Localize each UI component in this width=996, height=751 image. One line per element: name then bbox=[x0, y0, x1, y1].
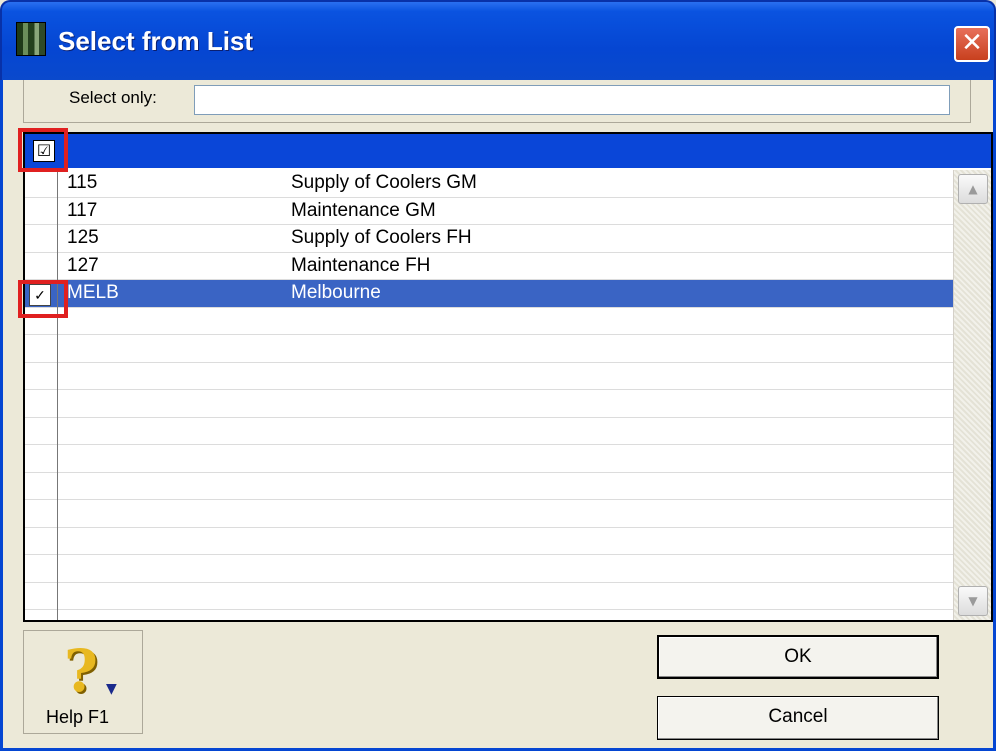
help-label: Help F1 bbox=[46, 707, 110, 727]
row-description: Maintenance GM bbox=[291, 199, 436, 221]
table-row[interactable] bbox=[25, 555, 953, 583]
title-bar: Select from List ✕ bbox=[0, 0, 996, 80]
select-only-input[interactable] bbox=[194, 85, 950, 115]
filter-panel: Select only: bbox=[23, 80, 971, 123]
scroll-up-icon[interactable]: ▲ bbox=[958, 174, 988, 204]
table-row[interactable] bbox=[25, 528, 953, 555]
scroll-down-icon[interactable]: ▼ bbox=[958, 586, 988, 616]
item-list-grid[interactable]: ☑ 115 Supply of Coolers GM 117 Maintenance … bbox=[23, 132, 993, 622]
row-description: Maintenance FH bbox=[291, 254, 431, 276]
row-description: Supply of Coolers GM bbox=[291, 172, 477, 193]
checkbox-column-divider bbox=[57, 170, 58, 620]
vertical-scrollbar[interactable]: ▲ ▼ bbox=[953, 170, 991, 620]
table-row[interactable] bbox=[25, 418, 953, 445]
row-code: 117 bbox=[67, 199, 98, 221]
row-code: 115 bbox=[67, 172, 98, 193]
table-row[interactable]: 117 Maintenance GM bbox=[25, 198, 953, 225]
row-code: 125 bbox=[67, 227, 99, 248]
table-row[interactable] bbox=[25, 308, 953, 335]
help-question-icon: ? bbox=[64, 637, 98, 705]
cancel-button[interactable]: Cancel bbox=[657, 696, 939, 740]
window-title: Select from List bbox=[58, 26, 254, 56]
table-row[interactable] bbox=[25, 583, 953, 610]
table-row[interactable] bbox=[25, 473, 953, 500]
row-code: 127 bbox=[67, 254, 99, 276]
app-icon bbox=[16, 22, 46, 56]
help-button[interactable]: ? ▼ Help F1 bbox=[23, 630, 143, 734]
table-row[interactable]: 125 Supply of Coolers FH bbox=[25, 225, 953, 253]
select-only-label: Select only: bbox=[69, 88, 157, 107]
row-description: Melbourne bbox=[291, 282, 381, 303]
table-row[interactable] bbox=[25, 363, 953, 390]
ok-button[interactable]: OK bbox=[657, 635, 939, 679]
table-row[interactable] bbox=[25, 445, 953, 473]
table-row[interactable]: ✓ MELB Melbourne bbox=[25, 280, 953, 308]
close-button[interactable]: ✕ bbox=[954, 26, 990, 62]
row-code: MELB bbox=[67, 282, 119, 303]
table-row[interactable] bbox=[25, 500, 953, 528]
dialog-body: Select only: ☑ 115 Supply of Coolers GM 11… bbox=[0, 80, 996, 751]
table-row[interactable]: 127 Maintenance FH bbox=[25, 253, 953, 280]
row-description: Supply of Coolers FH bbox=[291, 227, 472, 248]
table-row[interactable] bbox=[25, 390, 953, 418]
grid-header: ☑ bbox=[25, 134, 991, 168]
table-row[interactable]: 115 Supply of Coolers GM bbox=[25, 170, 953, 198]
grid-rows: 115 Supply of Coolers GM 117 Maintenance GM… bbox=[25, 170, 953, 620]
table-row[interactable] bbox=[25, 335, 953, 363]
annotation-header-checkbox bbox=[18, 128, 68, 172]
annotation-row-checkbox bbox=[18, 280, 68, 318]
help-dropdown-icon: ▼ bbox=[106, 681, 117, 697]
